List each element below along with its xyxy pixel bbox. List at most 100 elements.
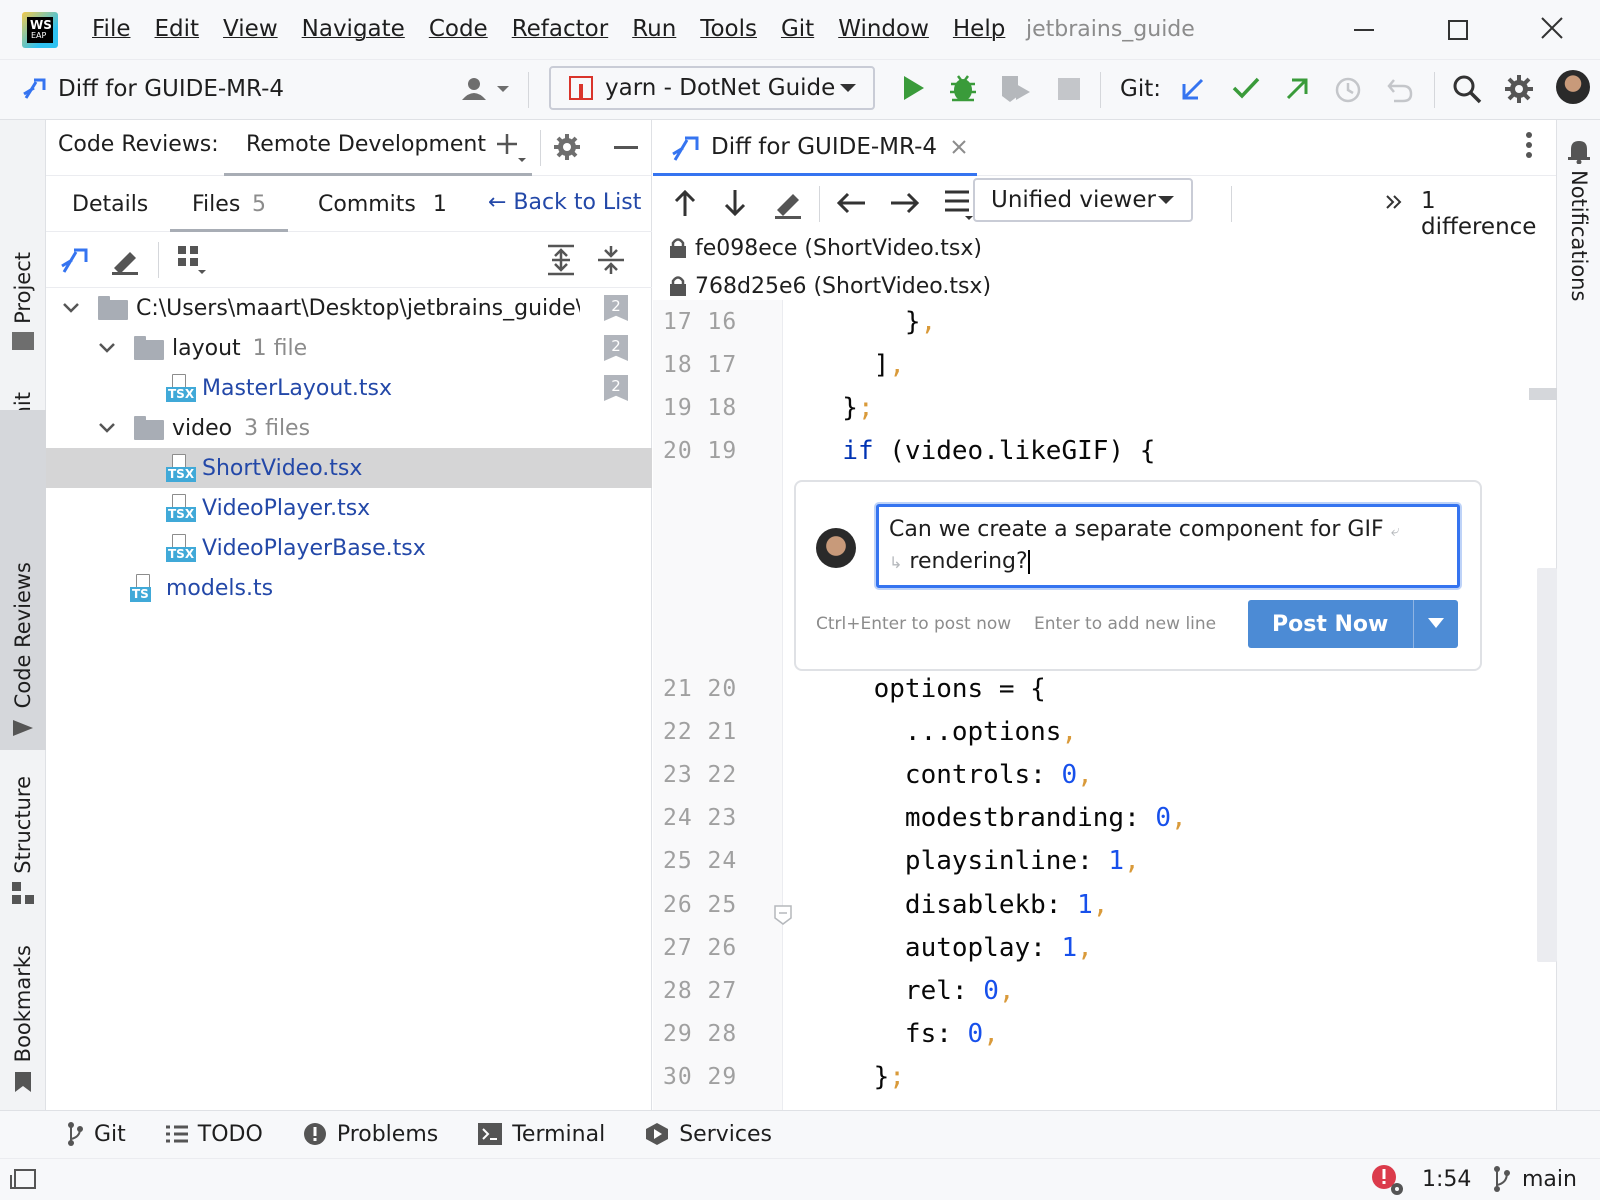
tree-folder-layout[interactable]: layout 1 file 2 [46, 328, 652, 368]
debug-icon[interactable] [948, 72, 978, 104]
code-line[interactable]: 20 19 if (video.likeGIF) { [653, 430, 1556, 473]
avatar[interactable] [1556, 70, 1590, 104]
tree-file-videoplayerbase[interactable]: TSX VideoPlayerBase.tsx [46, 528, 652, 568]
git-push-icon[interactable] [1284, 76, 1310, 102]
edit-source-icon[interactable] [773, 188, 803, 220]
tool-tab-services[interactable]: Services [645, 1122, 772, 1147]
tab-details[interactable]: Details [72, 192, 148, 217]
minimize-icon[interactable] [1354, 29, 1374, 31]
line-numbers: 18 17 [663, 351, 738, 378]
git-commit-icon[interactable] [1232, 76, 1260, 100]
rollback-icon[interactable] [1386, 76, 1414, 104]
code-line[interactable]: 27 26 autoplay: 1, [653, 926, 1556, 969]
hide-panel-icon[interactable] [614, 146, 638, 149]
tool-tab-git[interactable]: Git [66, 1121, 126, 1147]
code-line[interactable]: 18 17 ], [653, 343, 1556, 386]
code-line[interactable]: 25 24 playsinline: 1, [653, 840, 1556, 883]
editor-tab-diff[interactable]: Diff for GUIDE-MR-4 [653, 120, 977, 176]
vertical-scrollbar[interactable] [1537, 568, 1557, 962]
account-dropdown[interactable] [462, 76, 510, 102]
tree-file-masterlayout[interactable]: TSX MasterLayout.tsx 2 [46, 368, 652, 408]
settings-icon[interactable] [1504, 74, 1534, 104]
viewer-mode-dropdown[interactable]: Unified viewer [973, 178, 1193, 222]
git-update-icon[interactable] [1180, 76, 1206, 102]
tab-label: Remote Development [246, 132, 486, 157]
code-line[interactable]: 22 21 ...options, [653, 710, 1556, 753]
tab-remote-development[interactable]: Remote Development [224, 120, 532, 176]
edit-source-icon[interactable] [110, 244, 142, 276]
menu-code[interactable]: Code [429, 16, 488, 42]
code-line[interactable]: 17 16 }, [653, 300, 1556, 343]
tree-file-videoplayer[interactable]: TSX VideoPlayer.tsx [46, 488, 652, 528]
post-now-button[interactable]: Post Now [1248, 600, 1458, 648]
code-line[interactable]: 23 22 controls: 0, [653, 753, 1556, 796]
back-to-list-link[interactable]: ← Back to List [488, 190, 641, 215]
menu-tools[interactable]: Tools [700, 16, 757, 42]
tool-tab-bookmarks[interactable]: Bookmarks [0, 940, 46, 1100]
git-branch-widget[interactable]: main [1492, 1165, 1577, 1193]
close-tab-icon[interactable] [951, 139, 967, 155]
maximize-icon[interactable] [1448, 20, 1468, 40]
menu-view[interactable]: View [223, 16, 278, 42]
code-line[interactable]: 21 20 options = { [653, 667, 1556, 710]
panel-settings-icon[interactable] [552, 132, 582, 162]
menu-refactor[interactable]: Refactor [512, 16, 608, 42]
menu-file[interactable]: File [92, 16, 131, 42]
tool-tab-notifications[interactable]: Notifications [1567, 138, 1591, 301]
next-difference-icon[interactable] [723, 188, 747, 218]
more-options-icon[interactable] [1525, 130, 1533, 160]
menu-git[interactable]: Git [781, 16, 814, 42]
run-with-coverage-icon[interactable] [1000, 74, 1032, 104]
tool-tab-project[interactable]: Project [0, 134, 46, 356]
run-config-dropdown[interactable]: yarn - DotNet Guide [549, 66, 875, 110]
menu-run[interactable]: Run [632, 16, 676, 42]
tree-file-shortvideo[interactable]: TSX ShortVideo.tsx [46, 448, 652, 488]
diff-title-widget[interactable]: Diff for GUIDE-MR-4 [20, 74, 284, 104]
history-icon[interactable] [1334, 76, 1362, 104]
previous-file-icon[interactable] [835, 190, 867, 216]
search-icon[interactable] [1452, 74, 1482, 104]
code-line[interactable]: 26 25 disablekb: 1, [653, 883, 1556, 926]
left-tool-strip: Project Commit Code Reviews Structure Bo… [0, 120, 46, 1200]
tree-file-models[interactable]: TS models.ts [46, 568, 652, 608]
tool-tab-problems[interactable]: Problems [303, 1122, 438, 1147]
app-logo-icon[interactable]: WS EAP [22, 12, 58, 48]
tab-files[interactable]: Files 5 [170, 176, 288, 232]
code-line[interactable]: 29 28 fs: 0, [653, 1013, 1556, 1056]
collapse-all-icon[interactable] [596, 244, 626, 276]
chevron-down-icon [99, 423, 115, 433]
post-hint: Ctrl+Enter to post now [816, 614, 1012, 634]
comment-input[interactable]: Can we create a separate component for G… [876, 504, 1460, 588]
toggle-tool-windows-icon[interactable] [10, 1169, 36, 1189]
double-chevron-icon[interactable] [1385, 194, 1403, 210]
stop-icon[interactable] [1058, 78, 1080, 100]
tool-tab-todo[interactable]: TODO [165, 1121, 263, 1147]
tool-tab-label: TODO [197, 1121, 263, 1147]
menu-window[interactable]: Window [838, 16, 929, 42]
menu-navigate[interactable]: Navigate [302, 16, 405, 42]
caret-position[interactable]: 1:54 [1422, 1167, 1471, 1192]
tree-root[interactable]: C:\Users\maart\Desktop\jetbrains_guide\p… [46, 288, 652, 328]
close-window-icon[interactable] [1540, 16, 1564, 40]
code-line[interactable]: 24 23 modestbranding: 0, [653, 797, 1556, 840]
tool-tab-structure[interactable]: Structure [0, 660, 46, 910]
code-line[interactable]: 30 29 }; [653, 1056, 1556, 1099]
previous-difference-icon[interactable] [673, 188, 697, 218]
tool-tab-terminal[interactable]: Terminal [478, 1122, 605, 1147]
code-text: ...options, [811, 716, 1078, 747]
menu-help[interactable]: Help [953, 16, 1005, 42]
list-icon[interactable] [943, 188, 975, 222]
code-line[interactable]: 28 27 rel: 0, [653, 969, 1556, 1012]
expand-all-icon[interactable] [546, 244, 576, 276]
tree-folder-video[interactable]: video 3 files [46, 408, 652, 448]
tab-commits[interactable]: Commits 1 [318, 192, 447, 217]
run-icon[interactable] [902, 74, 926, 102]
next-file-icon[interactable] [889, 190, 921, 216]
error-indicator-icon[interactable] [1370, 1163, 1406, 1197]
add-tab-icon[interactable] [496, 132, 530, 166]
menu-edit[interactable]: Edit [155, 16, 200, 42]
group-by-icon[interactable] [178, 246, 210, 278]
code-line[interactable]: 19 18 }; [653, 386, 1556, 429]
chevron-down-icon[interactable] [1414, 614, 1458, 634]
show-diff-icon[interactable] [60, 244, 92, 276]
